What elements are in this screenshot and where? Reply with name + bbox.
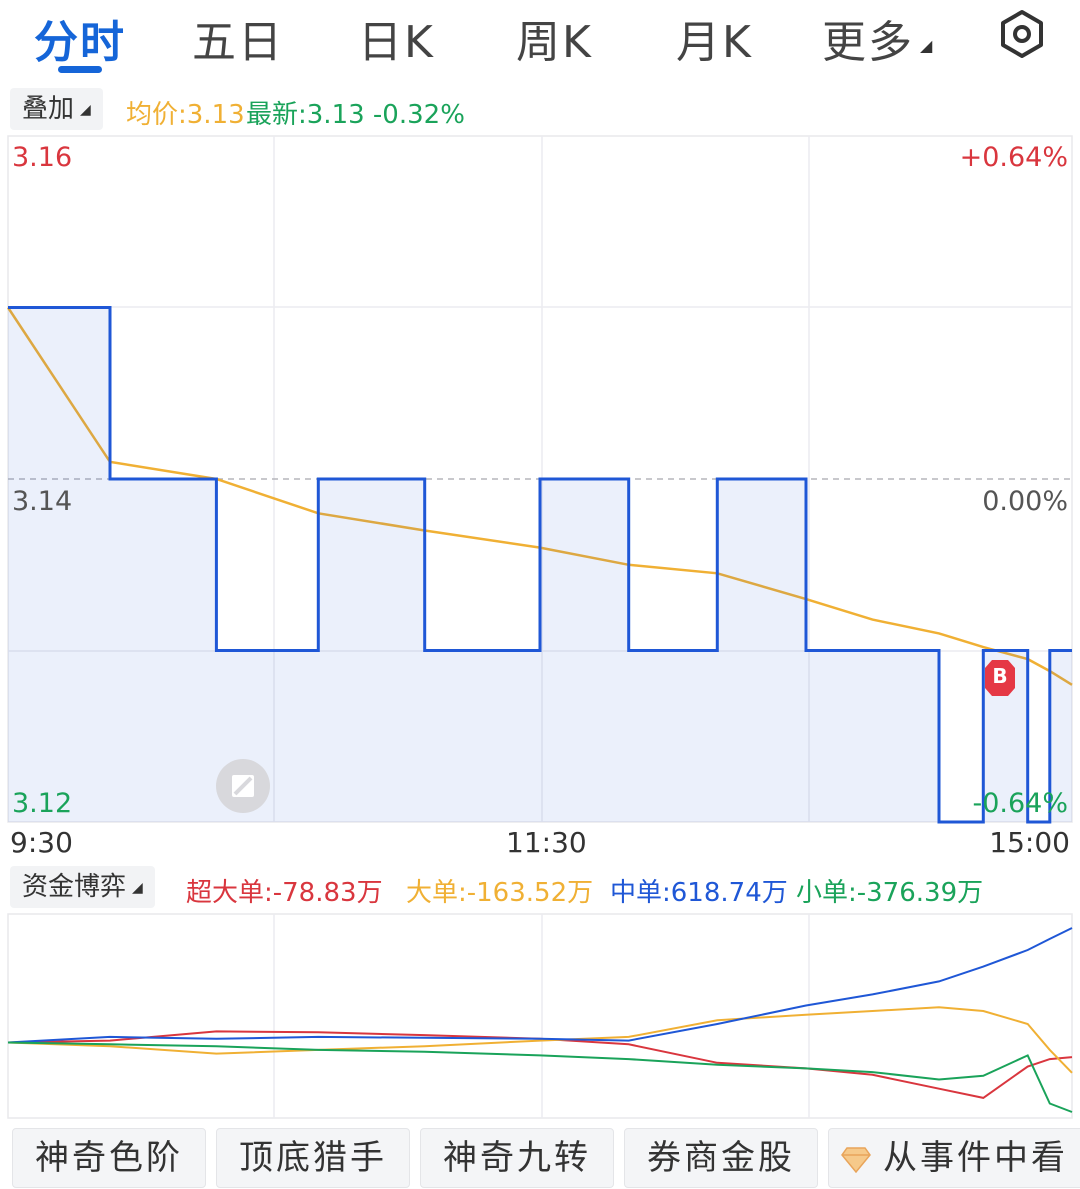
super-large-legend: 超大单:-78.83万 bbox=[186, 878, 383, 908]
buy-marker-label: B bbox=[992, 664, 1008, 688]
tab-wuri[interactable]: 五日 bbox=[192, 6, 284, 70]
tab-rik[interactable]: 日K bbox=[358, 6, 435, 70]
overlay-label: 叠加 bbox=[22, 94, 75, 124]
tab-yuek[interactable]: 月K bbox=[676, 6, 753, 70]
pct-label-mid: 0.00% bbox=[982, 486, 1068, 517]
fund-flow-chart[interactable] bbox=[0, 912, 1080, 1122]
period-tabs: 分时 五日 日K 周K 月K 更多 ◢ bbox=[0, 0, 1080, 80]
fund-flow-chart-svg bbox=[7, 913, 1073, 1119]
price-series-group bbox=[6, 306, 1073, 824]
tab-more[interactable]: 更多 ◢ bbox=[822, 6, 934, 70]
intraday-chart-svg bbox=[6, 135, 1073, 824]
x-label-mid: 11:30 bbox=[506, 826, 587, 859]
overlay-button[interactable]: 叠加 ◢ bbox=[10, 88, 103, 130]
y-label-bottom: 3.12 bbox=[12, 788, 73, 819]
fund-flow-series-group bbox=[7, 927, 1073, 1113]
latest-price-legend: 最新:3.13 -0.32% bbox=[246, 100, 465, 130]
fund-flow-label: 资金博弈 bbox=[22, 872, 127, 902]
large-flow-line bbox=[7, 1006, 1073, 1074]
avg-price-legend: 均价:3.13 bbox=[126, 100, 245, 130]
chart-frame bbox=[7, 913, 1073, 1119]
overlay-legend-row: 叠加 ◢ 均价:3.13 最新:3.13 -0.32% bbox=[0, 86, 1080, 130]
toolbar-button-top-bottom[interactable]: 顶底猎手 bbox=[216, 1128, 410, 1188]
medium-legend: 中单:618.74万 bbox=[610, 878, 788, 908]
intraday-chart[interactable]: 3.16 3.14 3.12 +0.64% 0.00% -0.64% B bbox=[0, 134, 1080, 828]
toolbar-button-color-scale[interactable]: 神奇色阶 bbox=[12, 1128, 206, 1188]
y-label-mid: 3.14 bbox=[12, 486, 73, 517]
toolbar-events-label: 从事件中看 bbox=[883, 1138, 1068, 1178]
medium-flow-line bbox=[7, 927, 1073, 1044]
toolbar-button-broker-stocks[interactable]: 券商金股 bbox=[624, 1128, 818, 1188]
caret-down-icon: ◢ bbox=[132, 879, 143, 896]
y-label-top: 3.16 bbox=[12, 142, 73, 173]
toolbar-button-nine-turns[interactable]: 神奇九转 bbox=[420, 1128, 614, 1188]
pct-label-top: +0.64% bbox=[959, 142, 1068, 173]
caret-down-icon: ◢ bbox=[80, 101, 91, 118]
settings-icon[interactable] bbox=[996, 8, 1048, 60]
indicator-toolbar: 神奇色阶 顶底猎手 神奇九转 券商金股 从事件中看 bbox=[0, 1126, 1080, 1189]
small-flow-line bbox=[7, 1041, 1073, 1113]
toolbar-button-events[interactable]: 从事件中看 bbox=[828, 1128, 1080, 1188]
pct-label-bottom: -0.64% bbox=[972, 788, 1068, 819]
caret-down-icon: ◢ bbox=[920, 35, 935, 55]
x-label-end: 15:00 bbox=[989, 826, 1070, 859]
drawing-tool-icon[interactable] bbox=[215, 758, 271, 814]
diamond-icon bbox=[841, 1146, 871, 1173]
small-legend: 小单:-376.39万 bbox=[796, 878, 984, 908]
tab-zhouk[interactable]: 周K bbox=[516, 6, 593, 70]
active-tab-indicator bbox=[58, 66, 102, 73]
x-label-start: 9:30 bbox=[10, 826, 73, 859]
fund-flow-button[interactable]: 资金博弈 ◢ bbox=[10, 866, 155, 908]
tab-fenshi[interactable]: 分时 bbox=[34, 6, 126, 70]
buy-marker[interactable]: B bbox=[984, 658, 1016, 698]
large-legend: 大单:-163.52万 bbox=[406, 878, 594, 908]
tab-more-label: 更多 bbox=[822, 17, 914, 68]
fund-flow-legend-row: 资金博弈 ◢ 超大单:-78.83万 大单:-163.52万 中单:618.74万… bbox=[0, 864, 1080, 910]
